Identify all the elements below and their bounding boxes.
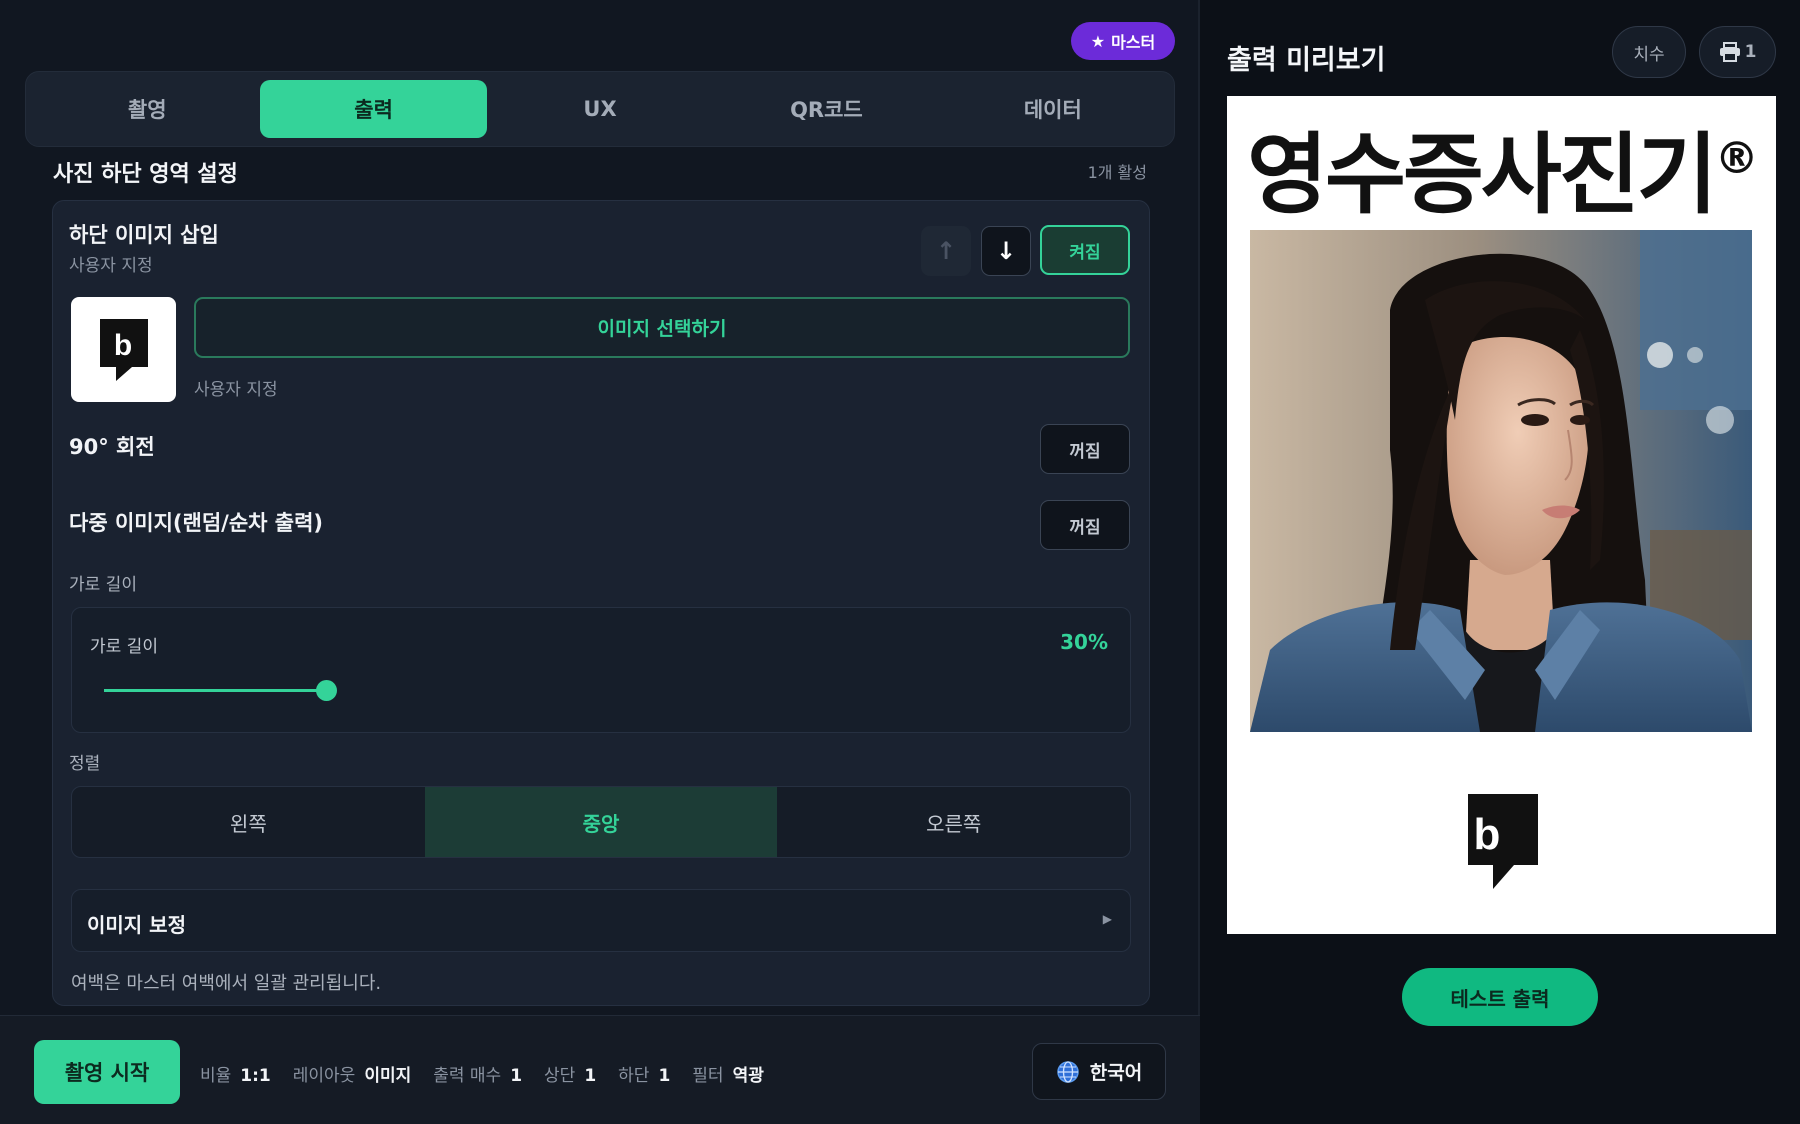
stat-layout: 레이아웃 이미지 <box>292 1066 412 1086</box>
svg-text:b: b <box>113 329 131 362</box>
move-up-button[interactable]: ↑ <box>921 226 971 276</box>
rotate-toggle[interactable]: 꺼짐 <box>1040 424 1130 474</box>
enable-toggle[interactable]: 켜짐 <box>1040 225 1130 275</box>
settings-scroll-area[interactable]: 사진 하단 영역 설정 1개 활성 하단 이미지 삽입 사용자 지정 ↑ ↓ 켜… <box>25 150 1175 1012</box>
tab-ux[interactable]: UX <box>487 80 713 138</box>
paper-title: 영수증사진기® <box>1247 123 1759 226</box>
rotate-label: 90° 회전 <box>69 435 155 459</box>
start-capture-button[interactable]: 촬영 시작 <box>34 1040 180 1104</box>
paper-logo: b <box>1467 793 1539 895</box>
align-section-label: 정렬 <box>69 754 101 774</box>
card-title: 하단 이미지 삽입 <box>69 223 219 247</box>
slider-handle[interactable] <box>316 680 337 701</box>
preview-title: 출력 미리보기 <box>1227 45 1386 76</box>
tab-bar: 촬영 출력 UX QR코드 데이터 <box>25 71 1175 147</box>
section-active-count: 1개 활성 <box>1087 163 1147 182</box>
card-subtitle: 사용자 지정 <box>69 256 153 276</box>
language-button[interactable]: 한국어 <box>1032 1043 1166 1100</box>
align-right-option[interactable]: 오른쪽 <box>777 787 1130 857</box>
width-slider-box: 가로 길이 30% <box>71 607 1131 733</box>
svg-text:b: b <box>1474 810 1501 859</box>
bottom-bar: 촬영 시작 비율 1:1 레이아웃 이미지 출력 매수 1 상단 1 하단 1 필터 역광 … <box>0 1015 1200 1124</box>
language-label: 한국어 <box>1089 1062 1143 1084</box>
bottom-image-thumbnail: b <box>71 297 176 402</box>
stat-bottom: 하단 1 <box>618 1066 671 1086</box>
master-badge-label: 마스터 <box>1111 33 1156 52</box>
registered-mark: ® <box>1714 133 1759 184</box>
section-title: 사진 하단 영역 설정 <box>53 162 238 187</box>
print-preview-paper: 영수증사진기® b <box>1227 96 1776 934</box>
portrait-photo <box>1250 230 1752 732</box>
margin-note: 여백은 마스터 여백에서 일괄 관리됩니다. <box>71 973 382 994</box>
print-count-button[interactable]: 1 <box>1699 26 1776 78</box>
status-summary: 비율 1:1 레이아웃 이미지 출력 매수 1 상단 1 하단 1 필터 역광 <box>200 1061 764 1086</box>
arrow-down-icon: ↓ <box>995 237 1017 265</box>
slider-value: 30% <box>1060 630 1108 654</box>
align-left-option[interactable]: 왼쪽 <box>72 787 425 857</box>
select-image-button[interactable]: 이미지 선택하기 <box>194 297 1130 358</box>
preview-panel: 출력 미리보기 치수 1 영수증사진기® b 테스트 출력 <box>1202 0 1800 1124</box>
accordion-title: 이미지 보정 <box>87 913 186 937</box>
star-icon: ★ <box>1090 31 1106 51</box>
bottom-image-card: 하단 이미지 삽입 사용자 지정 ↑ ↓ 켜짐 b 이미지 선택하기 사용자 지… <box>52 200 1150 1006</box>
tab-output[interactable]: 출력 <box>260 80 487 138</box>
brand-logo-icon: b <box>99 318 148 381</box>
stat-top: 상단 1 <box>544 1066 597 1086</box>
master-badge[interactable]: ★ 마스터 <box>1071 22 1175 60</box>
arrow-up-icon: ↑ <box>935 237 957 265</box>
width-section-label: 가로 길이 <box>69 575 137 595</box>
multi-image-toggle[interactable]: 꺼짐 <box>1040 500 1130 550</box>
alignment-selector: 왼쪽 중앙 오른쪽 <box>71 786 1131 858</box>
size-button[interactable]: 치수 <box>1612 26 1686 78</box>
brand-logo-icon: b <box>1468 794 1538 889</box>
tab-data[interactable]: 데이터 <box>940 80 1166 138</box>
slider-label: 가로 길이 <box>90 637 158 657</box>
image-correction-accordion[interactable]: 이미지 보정 ▶ <box>71 889 1131 952</box>
move-down-button[interactable]: ↓ <box>981 226 1031 276</box>
tab-capture[interactable]: 촬영 <box>34 80 260 138</box>
slider-track[interactable] <box>104 689 328 692</box>
tab-qrcode[interactable]: QR코드 <box>713 80 939 138</box>
image-caption: 사용자 지정 <box>194 380 278 400</box>
settings-panel: ★ 마스터 촬영 출력 UX QR코드 데이터 사진 하단 영역 설정 1개 활… <box>0 0 1200 1124</box>
multi-image-label: 다중 이미지(랜덤/순차 출력) <box>69 511 324 535</box>
align-center-option[interactable]: 중앙 <box>424 787 778 857</box>
printer-icon <box>1719 42 1740 62</box>
test-print-button[interactable]: 테스트 출력 <box>1402 968 1598 1026</box>
stat-filter: 필터 역광 <box>692 1066 764 1086</box>
stat-print-count: 출력 매수 1 <box>433 1066 523 1086</box>
triangle-right-icon: ▶ <box>1102 912 1112 926</box>
globe-icon <box>1057 1060 1079 1083</box>
stat-ratio: 비율 1:1 <box>200 1066 271 1086</box>
print-count: 1 <box>1744 42 1757 62</box>
